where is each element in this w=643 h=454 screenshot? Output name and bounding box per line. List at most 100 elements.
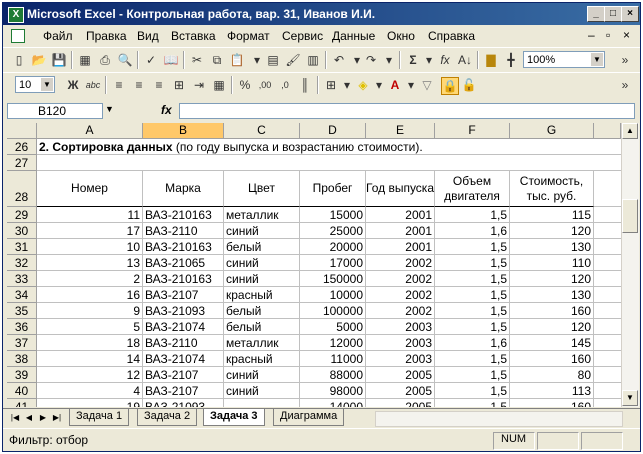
- empty-cell[interactable]: [594, 255, 621, 271]
- table-cell[interactable]: ВАЗ-2110: [143, 335, 224, 351]
- workbook-icon[interactable]: [11, 29, 25, 43]
- table-cell[interactable]: 2003: [366, 351, 435, 367]
- table-cell[interactable]: 16: [37, 287, 143, 303]
- column-header-g[interactable]: G: [510, 123, 594, 139]
- table-cell[interactable]: 1,6: [435, 335, 510, 351]
- table-cell[interactable]: синий: [224, 367, 300, 383]
- table-cell[interactable]: 2003: [366, 335, 435, 351]
- table-cell[interactable]: 25000: [300, 223, 366, 239]
- insert-function-icon[interactable]: fx: [437, 52, 453, 68]
- table-cell[interactable]: 1,5: [435, 287, 510, 303]
- table-cell[interactable]: 2001: [366, 223, 435, 239]
- table-cell[interactable]: 110: [510, 255, 594, 271]
- align-left-icon[interactable]: ≡: [111, 77, 127, 93]
- row-header[interactable]: 31: [7, 239, 37, 255]
- table-header-cell[interactable]: Год выпуска: [366, 171, 435, 207]
- menu-insert[interactable]: Вставка: [171, 29, 216, 43]
- research-icon[interactable]: 📖: [163, 52, 179, 68]
- table-cell[interactable]: 113: [510, 383, 594, 399]
- column-header-e[interactable]: E: [366, 123, 435, 139]
- print-preview-icon[interactable]: 🔍: [117, 52, 133, 68]
- empty-cell[interactable]: [594, 383, 621, 399]
- font-color-icon[interactable]: A: [387, 77, 403, 93]
- first-sheet-icon[interactable]: |◀: [9, 411, 21, 424]
- table-cell[interactable]: 1,5: [435, 383, 510, 399]
- menu-format[interactable]: Формат: [227, 29, 270, 43]
- table-cell[interactable]: 5: [37, 319, 143, 335]
- row-header[interactable]: 39: [7, 367, 37, 383]
- sheet-tab-1[interactable]: Задача 1: [69, 409, 130, 426]
- table-cell[interactable]: синий: [224, 255, 300, 271]
- table-cell[interactable]: 1,5: [435, 351, 510, 367]
- table-cell[interactable]: 160: [510, 399, 594, 407]
- column-header-h[interactable]: [594, 123, 621, 139]
- table-cell[interactable]: 17: [37, 223, 143, 239]
- align-right-icon[interactable]: ≡: [151, 77, 167, 93]
- scroll-thumb[interactable]: [622, 199, 638, 233]
- zoom-select[interactable]: 100% ▼: [523, 51, 605, 68]
- table-cell[interactable]: металлик: [224, 335, 300, 351]
- row-header[interactable]: 35: [7, 303, 37, 319]
- spelling-icon[interactable]: ✓: [143, 52, 159, 68]
- table-cell[interactable]: 10: [37, 239, 143, 255]
- table-cell[interactable]: ВАЗ-21074: [143, 351, 224, 367]
- doc-close-button[interactable]: ×: [623, 28, 630, 42]
- font-color-dropdown-icon[interactable]: ▾: [403, 77, 419, 93]
- last-sheet-icon[interactable]: ▶|: [51, 411, 63, 424]
- chevron-down-icon[interactable]: ▼: [105, 104, 114, 114]
- table-cell[interactable]: 80: [510, 367, 594, 383]
- table-cell[interactable]: 2005: [366, 367, 435, 383]
- table-cell[interactable]: белый: [224, 303, 300, 319]
- menu-tools[interactable]: Сервис: [282, 29, 323, 43]
- excel-app-icon[interactable]: X: [8, 7, 24, 23]
- table-cell[interactable]: ВАЗ-2107: [143, 287, 224, 303]
- column-header-b[interactable]: B: [143, 123, 224, 139]
- menu-window[interactable]: Окно: [387, 29, 415, 43]
- table-header-cell[interactable]: Объем двигателя: [435, 171, 510, 207]
- table-cell[interactable]: 2001: [366, 207, 435, 223]
- table-cell[interactable]: 10000: [300, 287, 366, 303]
- row-header[interactable]: 38: [7, 351, 37, 367]
- protect-icon[interactable]: 🔓: [461, 77, 477, 93]
- empty-cell[interactable]: [594, 223, 621, 239]
- sort-ascending-icon[interactable]: A↓: [457, 52, 473, 68]
- table-cell[interactable]: 11: [37, 207, 143, 223]
- prev-sheet-icon[interactable]: ◀: [23, 411, 35, 424]
- column-header-c[interactable]: C: [224, 123, 300, 139]
- fx-label[interactable]: fx: [161, 103, 172, 117]
- empty-cell[interactable]: [594, 399, 621, 407]
- empty-cell[interactable]: [594, 239, 621, 255]
- decrease-decimal-icon[interactable]: ,0: [277, 77, 293, 93]
- percent-style-button[interactable]: %: [237, 77, 253, 93]
- save-icon[interactable]: 💾: [51, 52, 67, 68]
- table-cell[interactable]: ВАЗ-21093: [143, 399, 224, 407]
- chevron-down-icon[interactable]: ▼: [41, 78, 53, 91]
- section-title-cell[interactable]: 2. Сортировка данных (по году выпуска и …: [37, 139, 621, 155]
- filter-icon[interactable]: ▽: [419, 77, 435, 93]
- table-cell[interactable]: 19: [37, 399, 143, 407]
- table-cell[interactable]: [224, 399, 300, 407]
- table-cell[interactable]: 15000: [300, 207, 366, 223]
- name-box[interactable]: B120: [7, 103, 103, 119]
- column-header-d[interactable]: D: [300, 123, 366, 139]
- table-cell[interactable]: 1,5: [435, 319, 510, 335]
- row-header[interactable]: 41: [7, 399, 37, 407]
- table-header-cell[interactable]: Марка: [143, 171, 224, 207]
- align-center-icon[interactable]: ≡: [131, 77, 147, 93]
- table-cell[interactable]: 160: [510, 351, 594, 367]
- table-cell[interactable]: 160: [510, 303, 594, 319]
- sheet-tab-diagram[interactable]: Диаграмма: [273, 409, 345, 426]
- table-cell[interactable]: 1,6: [435, 223, 510, 239]
- table-cell[interactable]: 20000: [300, 239, 366, 255]
- scroll-up-icon[interactable]: ▲: [622, 123, 638, 139]
- cut-icon[interactable]: ✂: [189, 52, 205, 68]
- print-icon[interactable]: ⎙: [97, 52, 113, 68]
- menu-data[interactable]: Данные: [332, 29, 375, 43]
- scroll-down-icon[interactable]: ▼: [622, 390, 638, 406]
- table-cell[interactable]: 2003: [366, 319, 435, 335]
- table-cell[interactable]: 5000: [300, 319, 366, 335]
- open-icon[interactable]: 📂: [31, 52, 47, 68]
- table-cell[interactable]: 2002: [366, 303, 435, 319]
- table-cell[interactable]: 145: [510, 335, 594, 351]
- fill-color-dropdown-icon[interactable]: ▾: [371, 77, 387, 93]
